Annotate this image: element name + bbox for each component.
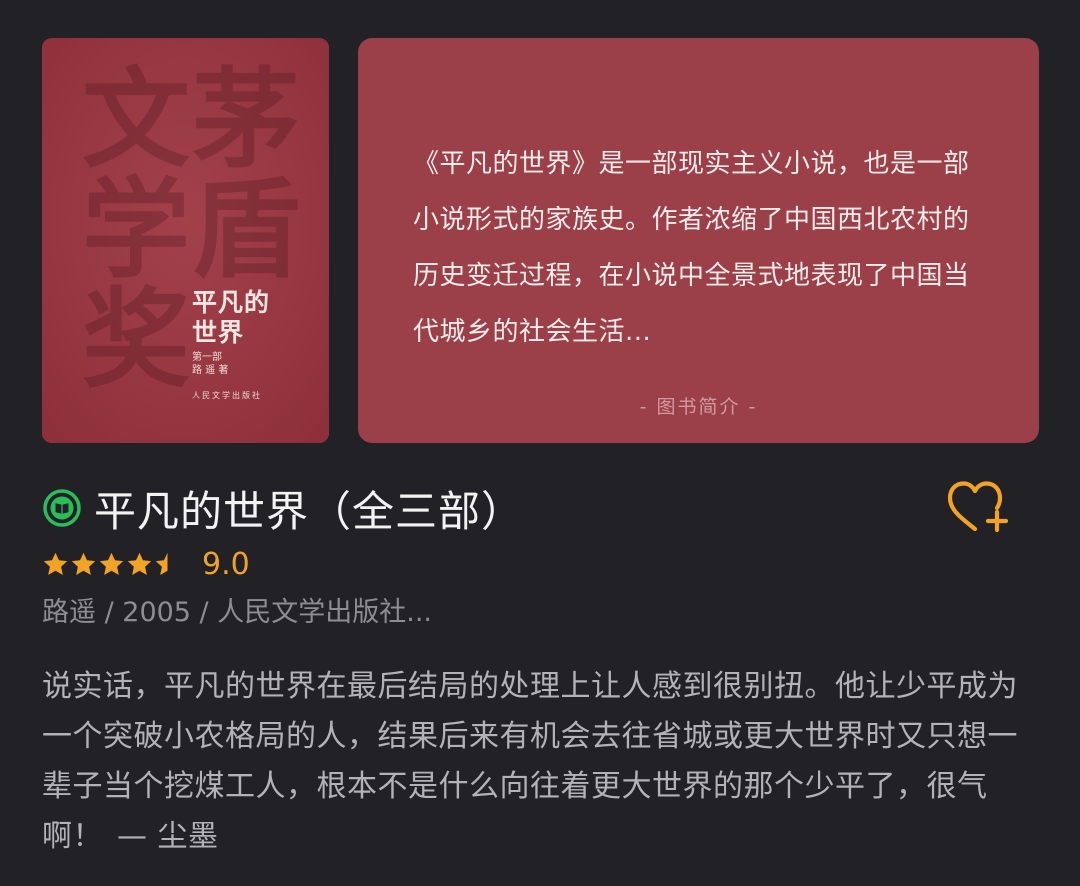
cover-title: 平凡的 世界 [192, 288, 270, 348]
cover-title-line: 平凡的 [192, 288, 271, 317]
book-title: 平凡的世界（全三部） [94, 486, 525, 536]
cover-title-line: 世界 [192, 318, 245, 347]
star-icon [43, 552, 68, 575]
cover-bg-char: 学 [82, 167, 191, 293]
cover-publisher: 人民文学出版社 [192, 391, 262, 400]
star-icon [71, 552, 96, 575]
cover-bg-char: 奖 [82, 277, 191, 403]
star-icon [127, 552, 152, 575]
star-icon [155, 552, 168, 575]
book-intro-text: 《平凡的世界》是一部现实主义小说，也是一部小说形式的家族史。作者浓缩了中国西北农… [413, 149, 970, 347]
review-author: — 尘墨 [117, 819, 219, 854]
cover-volume: 第一部 [192, 352, 222, 363]
green-book-icon [43, 489, 81, 527]
featured-review[interactable]: 说实话，平凡的世界在最后结局的处理上让人感到很别扭。他让少平成为一个突破小农格局… [42, 662, 1042, 862]
cover-subtitle: 第一部 路 遥 著 [192, 351, 228, 377]
rating-row: 9.0 [42, 544, 250, 584]
cover-bg-char: 文 [82, 57, 191, 183]
book-intro-label: - 图书简介 - [639, 396, 758, 418]
book-intro-card[interactable]: 《平凡的世界》是一部现实主义小说，也是一部小说形式的家族史。作者浓缩了中国西北农… [358, 38, 1039, 443]
book-cover[interactable]: 文 茅 学 盾 奖 平凡的 世界 第一部 路 遥 著 人民文学出版社 [42, 38, 329, 443]
book-detail-page: 文 茅 学 盾 奖 平凡的 世界 第一部 路 遥 著 人民文学出版社 《平凡的世… [0, 0, 1080, 886]
star-icon [99, 552, 124, 575]
book-title-row: 平凡的世界（全三部） [42, 478, 524, 538]
rating-stars [42, 551, 182, 578]
cover-bg-char: 盾 [192, 167, 301, 293]
book-meta[interactable]: 路遥 / 2005 / 人民文学出版社... [42, 590, 432, 629]
cover-author: 路 遥 著 [192, 365, 229, 376]
rating-score: 9.0 [202, 546, 250, 582]
cover-bg-char: 茅 [192, 57, 301, 183]
heart-plus-icon[interactable] [944, 478, 1010, 536]
